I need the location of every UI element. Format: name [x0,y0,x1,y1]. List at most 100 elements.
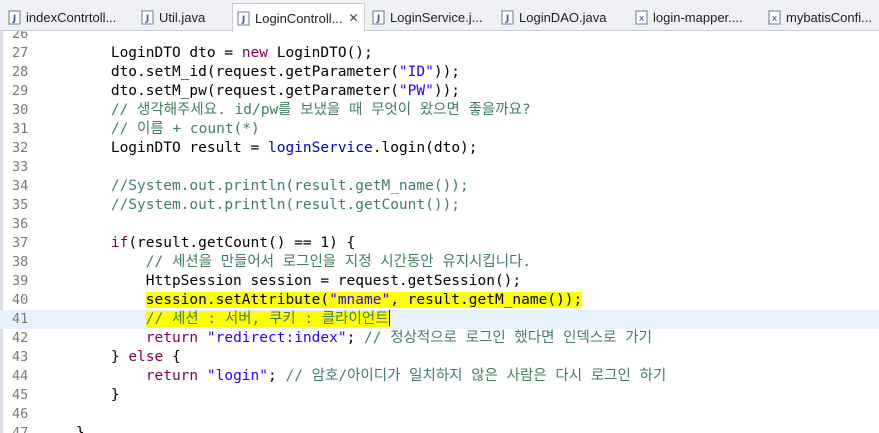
code-text: LoginDTO result = loginService.login(dto… [41,139,478,158]
code-token: LoginDTO dto = [41,45,242,61]
code-token: )); [433,83,461,99]
editor-tab[interactable]: J LoginService.j... [368,4,494,31]
code-token: session.setAttribute( [145,292,330,308]
code-text: dto.setM_id(request.getParameter("ID")); [41,63,460,82]
code-line[interactable]: 31 // 이름 + count(*) [0,120,879,139]
code-line[interactable]: 29 dto.setM_pw(request.getParameter("PW"… [0,82,879,101]
code-token: //System.out.println(result.getM_name())… [41,178,469,194]
code-token: new [241,45,268,61]
line-number: 34 [12,178,29,194]
code-token: "login" [206,368,268,384]
line-number: 41 [12,311,29,327]
line-number: 40 [12,292,29,308]
line-number: 29 [12,83,29,99]
line-number: 42 [12,330,29,346]
code-token: .login(dto); [372,140,478,156]
code-token: // 세션 : 서버, 쿠키 : 클라이언트 [145,311,389,327]
line-number: 33 [12,159,29,175]
editor-tab[interactable]: J LoginDAO.java [497,4,628,31]
code-editor[interactable]: 26 27 LoginDTO dto = new LoginDTO(); 28 dt… [0,31,879,433]
code-line[interactable]: 33 [0,158,879,177]
code-text: session.setAttribute("mname", result.get… [41,291,583,310]
code-line[interactable]: 46 [0,405,879,424]
line-number: 36 [12,216,29,232]
code-token: } [41,349,129,365]
tab-label: mybatisConfi... [786,10,872,25]
line-number: 31 [12,121,29,137]
tab-label: LoginService.j... [390,10,483,25]
code-line[interactable]: 42 return "redirect:index"; // 정상적으로 로그인… [0,329,879,348]
editor-tab[interactable]: x login-mapper.... [631,4,761,31]
code-token: (result.getCount() == 1) { [128,235,356,251]
code-token: ; [346,330,365,346]
code-text: //System.out.println(result.getM_name())… [41,177,469,196]
code-token: "PW" [398,83,434,99]
svg-text:J: J [241,15,245,25]
code-text: if(result.getCount() == 1) { [41,234,355,253]
code-line[interactable]: 40 session.setAttribute("mname", result.… [0,291,879,310]
code-line[interactable]: 27 LoginDTO dto = new LoginDTO(); [0,44,879,63]
code-line[interactable]: 37 if(result.getCount() == 1) { [0,234,879,253]
editor-tab[interactable]: J LoginControll... ✕ [232,3,365,32]
editor-tab[interactable]: JindexContrtoll... [4,4,134,31]
code-line[interactable]: 39 HttpSession session = request.getSess… [0,272,879,291]
code-text: } [41,386,120,405]
code-line[interactable]: 28 dto.setM_id(request.getParameter("ID"… [0,63,879,82]
editor-tab[interactable]: x mybatisConfi... [764,4,879,31]
tab-label: LoginControll... [255,10,343,26]
code-line[interactable]: 44 return "login"; // 암호/아이디가 일치하지 않은 사람… [0,367,879,386]
code-token: else [128,349,164,365]
code-text: // 세션을 만들어서 로그인을 지정 시간동안 유지시킵니다. [41,253,531,272]
code-token: // 이름 + count(*) [41,121,260,137]
line-number: 26 [12,31,29,42]
code-token: HttpSession session = request.getSession… [41,273,522,289]
code-token: { [163,349,181,365]
code-line[interactable]: 43 } else { [0,348,879,367]
svg-text:x: x [639,14,645,24]
tab-label: Util.java [159,10,206,25]
code-token: "ID" [398,64,434,80]
code-token: // 생각해주세요. id/pw를 보냈을 때 무엇이 왔으면 좋을까요? [41,102,531,118]
code-token: return [145,368,199,384]
code-token: } [41,425,85,433]
svg-text:J: J [505,14,509,24]
code-line[interactable]: 36 [0,215,879,234]
code-line[interactable]: 45 } [0,386,879,405]
code-token: , result.getM_name()); [390,292,583,308]
code-line[interactable]: 35 //System.out.println(result.getCount(… [0,196,879,215]
code-line[interactable]: 38 // 세션을 만들어서 로그인을 지정 시간동안 유지시킵니다. [0,253,879,272]
java-file-icon: J [141,10,154,25]
tab-label: LoginDAO.java [519,10,607,25]
editor-tab[interactable]: J Util.java [137,4,229,31]
code-token: } [41,387,120,403]
code-text: LoginDTO dto = new LoginDTO(); [41,44,373,63]
code-line[interactable]: 34 //System.out.println(result.getM_name… [0,177,879,196]
code-token: return [145,330,199,346]
code-text: return "login"; // 암호/아이디가 일치하지 않은 사람은 다… [41,367,666,386]
code-line[interactable]: 26 [0,31,879,44]
line-number: 38 [12,254,29,270]
java-file-icon: J [237,11,250,26]
code-line[interactable]: 47 } [0,424,879,433]
tab-label: indexContrtoll... [26,10,117,25]
code-token: LoginDTO result = [41,140,268,156]
code-text: } else { [41,348,181,367]
editor-tab-bar: JindexContrtoll... J Util.java J LoginContro… [0,0,879,32]
code-token: "mname" [329,292,391,308]
line-number: 46 [12,406,29,422]
code-text: } [41,424,85,433]
code-line[interactable]: 32 LoginDTO result = loginService.login(… [0,139,879,158]
code-line[interactable]: 30 // 생각해주세요. id/pw를 보냈을 때 무엇이 왔으면 좋을까요? [0,101,879,120]
line-number: 27 [12,45,29,61]
code-token: dto.setM_id(request.getParameter( [41,64,399,80]
code-token: "redirect:index" [206,330,347,346]
code-line[interactable]: 41 // 세션 : 서버, 쿠키 : 클라이언트 [0,310,879,329]
code-text: return "redirect:index"; // 정상적으로 로그인 했다… [41,329,652,348]
line-number: 37 [12,235,29,251]
code-text: // 생각해주세요. id/pw를 보냈을 때 무엇이 왔으면 좋을까요? [41,101,531,120]
close-tab-icon[interactable]: ✕ [348,11,358,25]
